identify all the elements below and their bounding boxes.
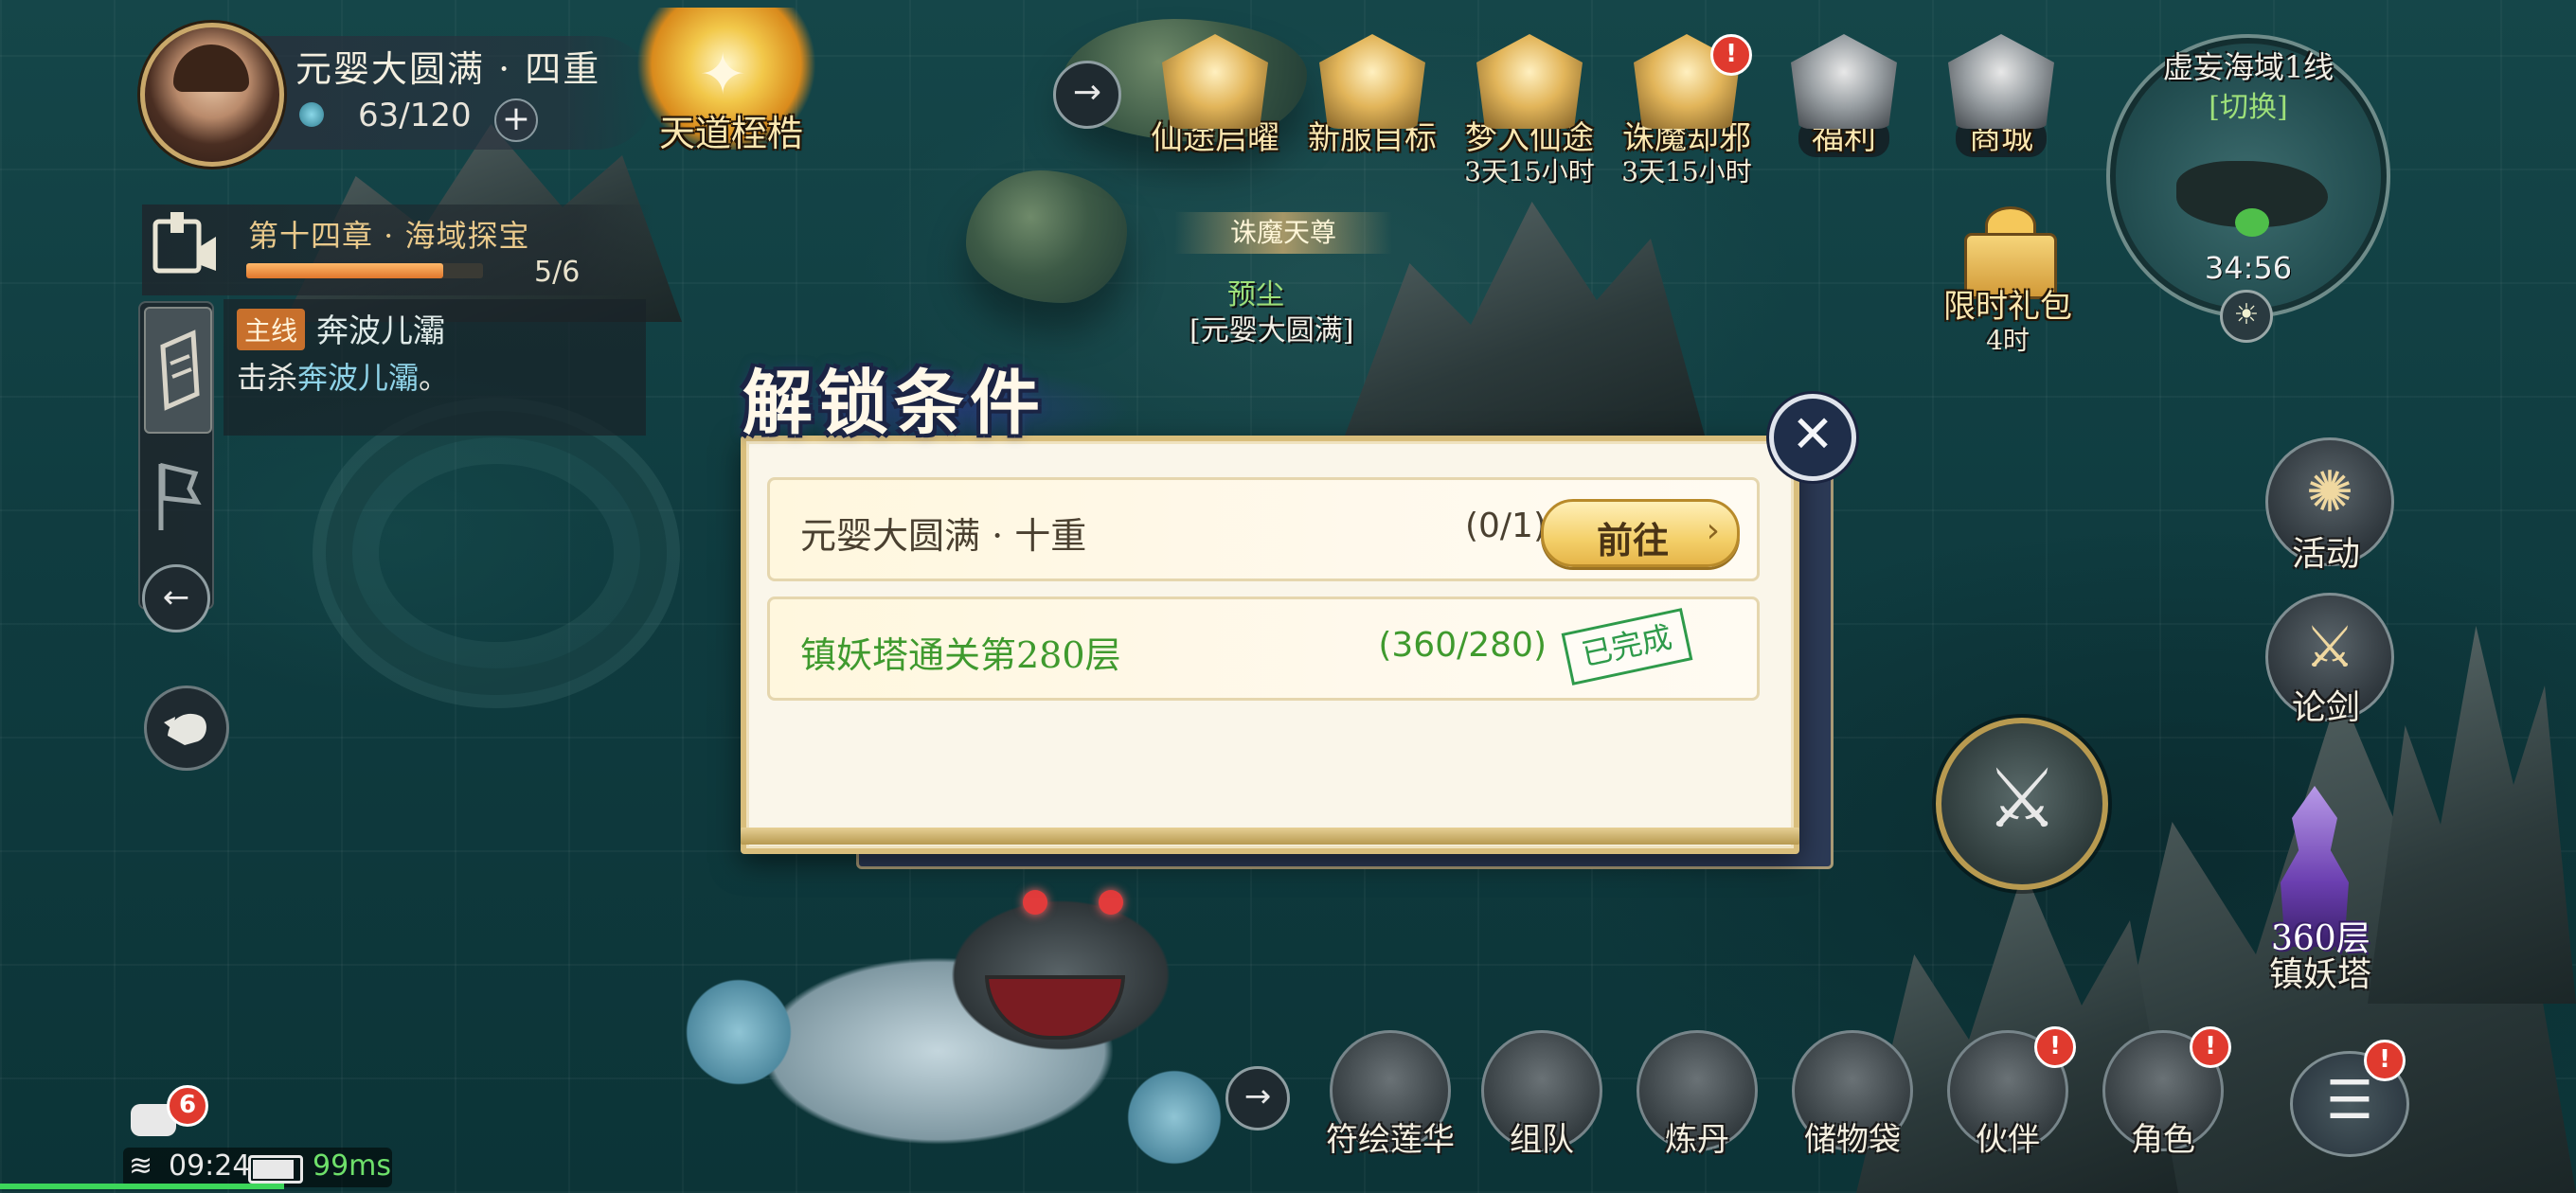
chevron-right-icon: › (1706, 511, 1720, 550)
condition-row: 镇妖塔通关第280层 (360/280) 已完成 (767, 596, 1760, 701)
goto-button[interactable]: 前往 › (1541, 499, 1740, 567)
condition-row: 元婴大圆满 · 十重 (0/1) 前往 › (767, 477, 1760, 581)
goto-button-label: 前往 (1597, 519, 1670, 561)
condition-count: (0/1) (1464, 507, 1547, 545)
condition-count: (360/280) (1378, 626, 1547, 665)
modal-bottom-edge (741, 828, 1799, 845)
modal-title: 解锁条件 (742, 363, 1046, 444)
condition-name: 镇妖塔通关第280层 (800, 634, 1121, 676)
condition-name: 元婴大圆满 · 十重 (800, 515, 1087, 557)
close-button[interactable]: ✕ (1769, 394, 1856, 481)
completed-stamp: 已完成 (1561, 608, 1693, 686)
